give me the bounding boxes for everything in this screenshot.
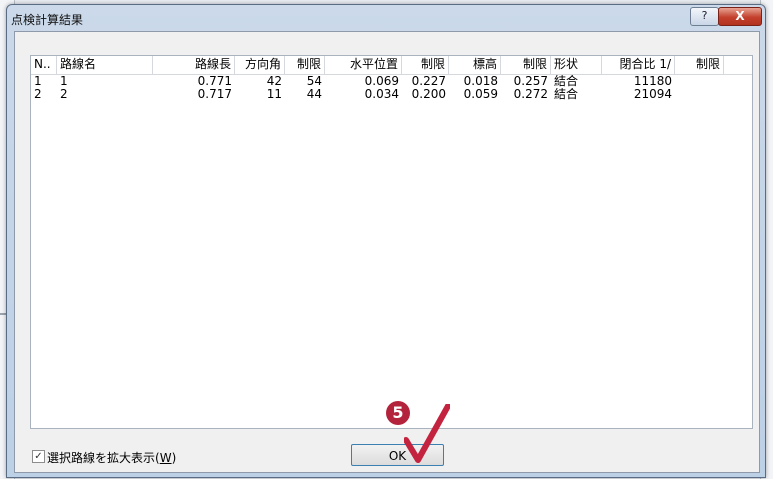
cell-elevation: 0.018 <box>463 75 498 88</box>
help-button[interactable]: ? <box>690 7 719 26</box>
column-header-limit-3[interactable]: 制限 <box>501 56 551 74</box>
column-header-shape[interactable]: 形状 <box>551 56 602 74</box>
column-header-limit-2[interactable]: 制限 <box>402 56 449 74</box>
cell-closure-ratio: 21094 <box>633 88 672 101</box>
cell-limit-3: 0.257 <box>513 75 548 88</box>
list-header: N.. 路線名 路線長 方向角 制限 水平位置 制限 標高 制限 形状 閉合比 … <box>31 56 752 75</box>
column-header-limit-1[interactable]: 制限 <box>285 56 325 74</box>
cell-route-name: 2 <box>60 88 68 101</box>
cell-direction-angle: 11 <box>266 88 282 101</box>
cell-limit-1: 54 <box>306 75 322 88</box>
cell-route-length: 0.771 <box>197 75 232 88</box>
checkmark-annotation-icon <box>404 404 450 463</box>
column-header-limit-4[interactable]: 制限 <box>675 56 724 74</box>
cell-limit-4 <box>675 88 724 101</box>
column-header-direction-angle[interactable]: 方向角 <box>235 56 285 74</box>
column-header-route-length[interactable]: 路線長 <box>153 56 235 74</box>
cell-limit-2: 0.200 <box>411 88 446 101</box>
cell-shape: 結合 <box>554 75 579 88</box>
column-header-closure-ratio[interactable]: 閉合比 1/ <box>602 56 675 74</box>
dialog-title: 点検計算結果 <box>11 13 84 27</box>
column-header-elevation[interactable]: 標高 <box>449 56 501 74</box>
column-header-route-name[interactable]: 路線名 <box>57 56 153 74</box>
cell-horizontal-position: 0.069 <box>364 75 399 88</box>
cell-no: 1 <box>34 75 42 88</box>
cell-limit-1: 44 <box>306 88 322 101</box>
cell-shape: 結合 <box>554 88 579 101</box>
cell-direction-angle: 42 <box>266 75 282 88</box>
dialog-titlebar[interactable]: 点検計算結果 ? X <box>7 5 765 31</box>
close-button[interactable]: X <box>718 7 762 26</box>
cell-no: 2 <box>34 88 42 101</box>
cell-route-name: 1 <box>60 75 68 88</box>
inspection-result-dialog: 点検計算結果 ? X N.. 路線名 路線長 方向角 制限 水平位置 制限 標高… <box>6 4 766 478</box>
cell-limit-3: 0.272 <box>513 88 548 101</box>
cell-closure-ratio: 11180 <box>633 75 672 88</box>
zoom-selected-route-label[interactable]: 選択路線を拡大表示(W) <box>47 449 176 466</box>
column-header-no[interactable]: N.. <box>31 56 57 74</box>
cell-horizontal-position: 0.034 <box>364 88 399 101</box>
zoom-selected-route-checkbox[interactable]: ✓ <box>32 450 45 463</box>
cell-limit-2: 0.227 <box>411 75 446 88</box>
column-header-horizontal-position[interactable]: 水平位置 <box>325 56 402 74</box>
cell-limit-4 <box>675 75 724 88</box>
cell-elevation: 0.059 <box>463 88 498 101</box>
cell-route-length: 0.717 <box>197 88 232 101</box>
result-list[interactable]: N.. 路線名 路線長 方向角 制限 水平位置 制限 標高 制限 形状 閉合比 … <box>30 55 753 429</box>
